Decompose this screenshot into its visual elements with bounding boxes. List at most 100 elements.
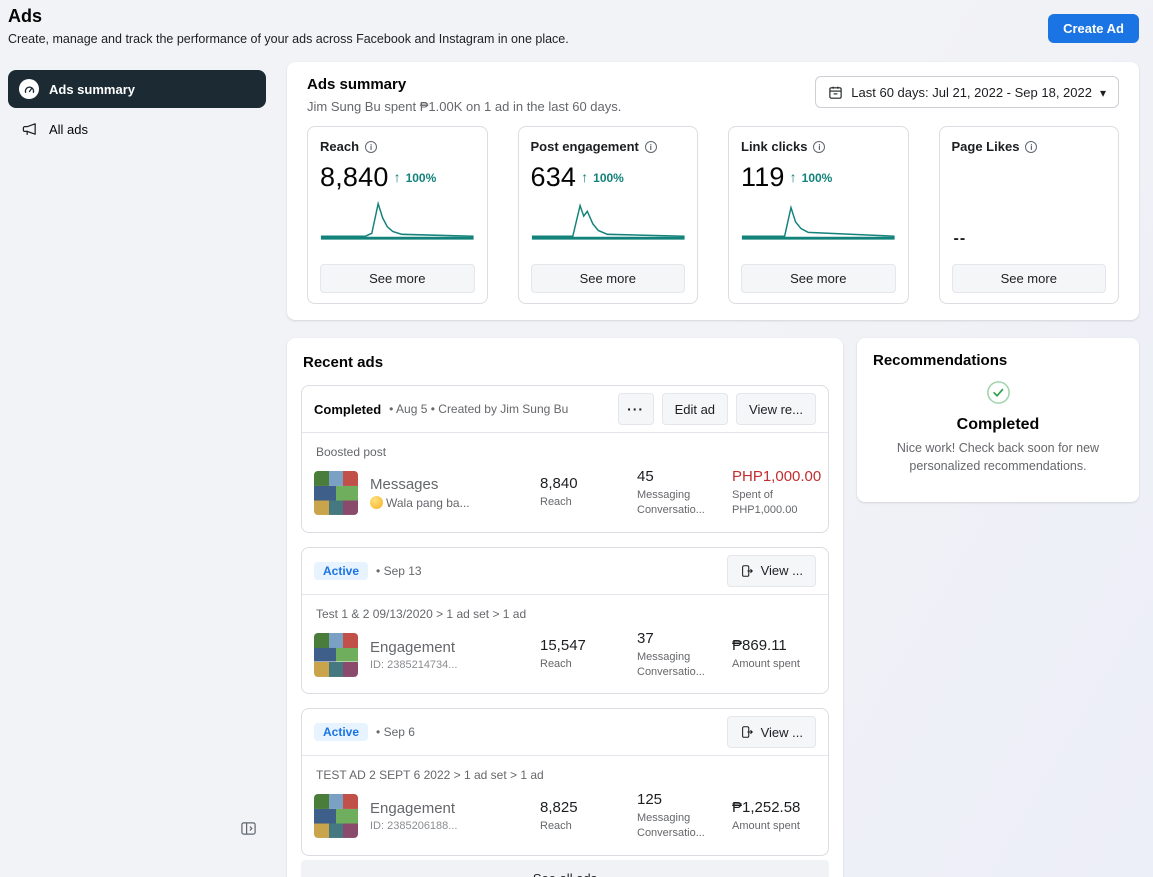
- metric-label: Reach: [540, 658, 572, 671]
- metric-value: ₱869.11: [732, 637, 787, 655]
- sidebar-item-ads-summary[interactable]: Ads summary: [8, 70, 266, 108]
- preview-icon: [740, 564, 754, 578]
- status-badge: Active: [314, 723, 369, 742]
- sparkline-chart: [741, 204, 895, 240]
- ad-thumbnail[interactable]: [314, 794, 358, 839]
- info-icon[interactable]: [365, 140, 378, 153]
- metric-reach: 8,840 Reach: [540, 475, 637, 510]
- stats-row: Reach 8,840 100% See more Post engagemen…: [307, 126, 1119, 304]
- info-icon[interactable]: [813, 140, 826, 153]
- ad-body: Test 1 & 2 09/13/2020 > 1 ad set > 1 ad …: [302, 595, 828, 694]
- sidebar-item-label: All ads: [49, 121, 89, 137]
- ad-meta: • Sep 13: [376, 563, 422, 578]
- see-more-button[interactable]: See more: [320, 264, 475, 293]
- ad-name[interactable]: Messages: [370, 476, 540, 493]
- ad-name[interactable]: Engagement: [370, 800, 540, 817]
- more-options-button[interactable]: [617, 393, 654, 425]
- stat-label: Reach: [320, 139, 360, 154]
- metric-value: 45: [637, 468, 654, 485]
- stat-card-link-clicks: Link clicks 119 100% See more: [728, 126, 909, 304]
- date-range-label: Last 60 days: Jul 21, 2022 - Sep 18, 202…: [851, 84, 1092, 100]
- ad-kind: Boosted post: [316, 445, 387, 459]
- stat-change: 100%: [405, 170, 437, 185]
- ad-thumbnail[interactable]: [314, 470, 358, 515]
- metric-value: 8,825: [540, 798, 578, 816]
- metric-value: PHP1,000.00: [732, 468, 822, 485]
- preview-icon: [740, 725, 754, 739]
- info-icon[interactable]: [1025, 140, 1038, 153]
- ad-row-active-sep13: Active • Sep 13 View ... Test 1 & 2 09/1…: [301, 546, 829, 695]
- metric-spend: PHP1,000.00 Spent of PHP1,000.00: [732, 468, 828, 518]
- date-range-selector[interactable]: Last 60 days: Jul 21, 2022 - Sep 18, 202…: [815, 76, 1119, 108]
- metric-label: Reach: [540, 819, 572, 832]
- recommendations-card: Recommendations Completed Nice work! Che…: [857, 338, 1139, 502]
- edit-ad-button[interactable]: Edit ad: [661, 393, 729, 425]
- ad-id: ID: 2385206188...: [370, 820, 458, 833]
- ad-header: Active • Sep 6 View ...: [302, 709, 828, 757]
- sidebar-item-label: Ads summary: [49, 81, 135, 97]
- ad-body: TEST AD 2 SEPT 6 2022 > 1 ad set > 1 ad …: [302, 756, 828, 855]
- metric-value: ₱1,252.58: [732, 798, 801, 816]
- stat-value: 119: [741, 162, 785, 192]
- ad-row-completed: Completed • Aug 5 • Created by Jim Sung …: [301, 385, 829, 533]
- megaphone-icon: [19, 121, 39, 138]
- stat-card-page-likes: Page Likes -- See more: [938, 126, 1119, 304]
- metric-label: Spent of PHP1,000.00: [732, 489, 798, 516]
- view-results-button[interactable]: View re...: [736, 393, 816, 425]
- ad-row-active-sep6: Active • Sep 6 View ... TEST AD 2 SEPT 6…: [301, 708, 829, 857]
- metric-value: 37: [637, 629, 654, 647]
- metric-reach: 8,825 Reach: [540, 799, 637, 834]
- ad-thumbnail[interactable]: [314, 632, 358, 677]
- metric-label: Amount spent: [732, 658, 800, 671]
- stat-change: 100%: [593, 170, 624, 185]
- ad-name[interactable]: Engagement: [370, 639, 540, 656]
- recommendations-title: Recommendations: [873, 352, 1008, 369]
- sidebar-item-all-ads[interactable]: All ads: [8, 110, 266, 148]
- collapse-sidebar-icon[interactable]: [238, 820, 258, 840]
- stat-label: Link clicks: [741, 139, 808, 154]
- stat-label: Post engagement: [530, 139, 639, 154]
- see-more-button[interactable]: See more: [951, 264, 1106, 293]
- see-more-button[interactable]: See more: [741, 264, 896, 293]
- ad-header: Active • Sep 13 View ...: [302, 548, 828, 595]
- metric-label: Amount spent: [732, 819, 800, 832]
- see-more-button[interactable]: See more: [530, 264, 685, 293]
- status-badge: Completed: [314, 401, 382, 417]
- stat-empty-value: --: [953, 230, 967, 247]
- stat-value: 634: [530, 162, 577, 192]
- info-icon[interactable]: [644, 140, 657, 153]
- metric-reach: 15,547 Reach: [540, 637, 637, 672]
- metric-value: 8,840: [540, 475, 578, 493]
- metric-label: Reach: [540, 496, 572, 509]
- stat-value: 8,840: [320, 162, 389, 192]
- page-header: Ads Create, manage and track the perform…: [8, 6, 1145, 62]
- metric-conversations: 45 Messaging Conversatio...: [637, 468, 732, 518]
- sidebar: Ads summary All ads: [8, 70, 266, 150]
- view-results-button[interactable]: View ...: [726, 554, 816, 587]
- metric-spend: ₱869.11 Amount spent: [732, 637, 828, 672]
- calendar-icon: [828, 85, 843, 100]
- metric-conversations: 37 Messaging Conversatio...: [637, 630, 732, 680]
- ad-meta: • Sep 6: [376, 725, 415, 740]
- ad-breadcrumb: TEST AD 2 SEPT 6 2022 > 1 ad set > 1 ad: [316, 768, 544, 783]
- ad-meta: • Aug 5 • Created by Jim Sung Bu: [389, 402, 569, 416]
- ad-id: ID: 2385214734...: [370, 658, 458, 671]
- status-badge: Active: [314, 561, 369, 580]
- view-label: View ...: [760, 724, 803, 740]
- recent-ads-card: Recent ads Completed • Aug 5 • Created b…: [287, 338, 843, 877]
- stat-card-post-engagement: Post engagement 634 100% See more: [517, 126, 698, 304]
- ad-breadcrumb: Test 1 & 2 09/13/2020 > 1 ad set > 1 ad: [316, 606, 527, 621]
- emoji-icon: [370, 496, 383, 510]
- metric-conversations: 125 Messaging Conversatio...: [637, 791, 732, 841]
- metric-label: Messaging Conversatio...: [637, 812, 705, 840]
- recommendations-message: Nice work! Check back soon for new perso…: [896, 441, 1100, 474]
- metric-spend: ₱1,252.58 Amount spent: [732, 799, 828, 834]
- view-results-button[interactable]: View ...: [726, 716, 816, 749]
- metric-label: Messaging Conversatio...: [637, 489, 705, 516]
- see-all-ads-button[interactable]: See all ads: [301, 860, 829, 877]
- create-ad-button[interactable]: Create Ad: [1048, 14, 1139, 43]
- ads-page: Ads Create, manage and track the perform…: [0, 0, 1153, 877]
- stat-label: Page Likes: [951, 139, 1020, 154]
- trend-up-icon: [581, 169, 588, 187]
- view-label: View ...: [760, 563, 803, 579]
